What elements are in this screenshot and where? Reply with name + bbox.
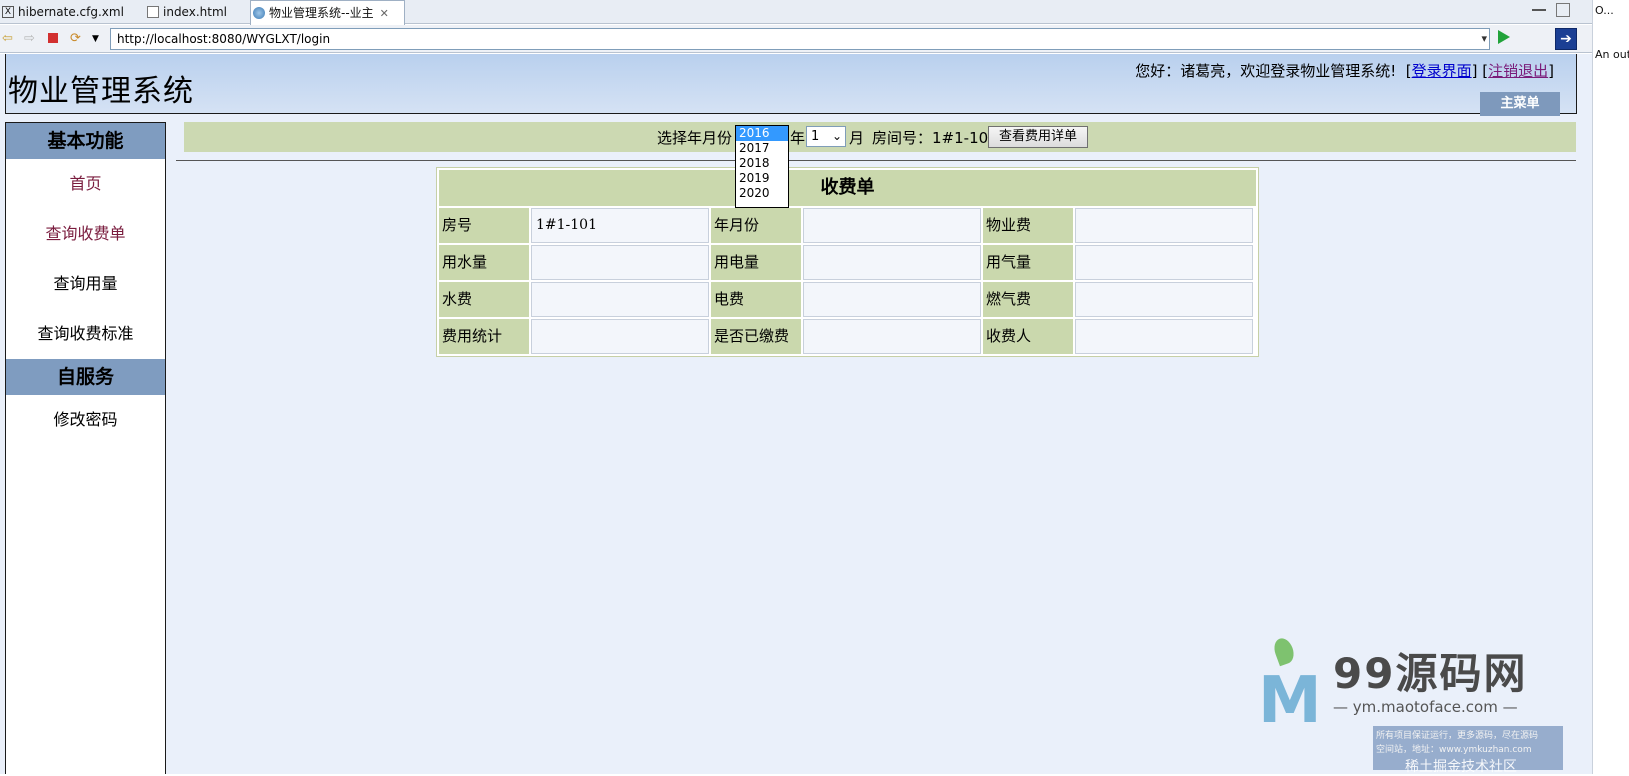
- forward-arrow-icon[interactable]: ⇨: [24, 31, 35, 46]
- field-value: [1075, 319, 1253, 354]
- url-input[interactable]: http://localhost:8080/WYGLXT/login ▾: [110, 28, 1490, 50]
- back-arrow-icon[interactable]: ⇦: [2, 31, 13, 46]
- tab-label: 物业管理系统--业主: [269, 6, 374, 20]
- field-value: [1075, 245, 1253, 280]
- chevron-down-icon: ⌄: [831, 129, 842, 143]
- outline-panel: O... An out: [1592, 0, 1629, 774]
- globe-icon: [253, 7, 265, 19]
- logout-link[interactable]: 注销退出: [1488, 62, 1548, 80]
- field-label: 是否已缴费: [711, 319, 801, 354]
- welcome-bar: 您好：诸葛亮，欢迎登录物业管理系统! [登录界面] [注销退出]: [1135, 62, 1554, 80]
- tab-index-html[interactable]: index.html: [145, 0, 245, 24]
- stop-icon[interactable]: [48, 33, 58, 43]
- room-label: 房间号：: [872, 129, 933, 147]
- query-bar: 选择年月份 2016 2017 2018 2019 2020 年 1 ⌄ 月 房…: [184, 122, 1576, 208]
- url-dropdown-icon[interactable]: ▾: [1481, 29, 1487, 49]
- login-page-link[interactable]: 登录界面: [1412, 62, 1472, 80]
- tab-label: index.html: [163, 5, 227, 19]
- field-value: [531, 282, 709, 317]
- table-row: 房号 1#1-101 年月份 物业费: [439, 208, 1256, 243]
- field-label: 水费: [439, 282, 529, 317]
- outline-message: An out: [1595, 48, 1629, 61]
- watermark-community: 稀土掘金技术社区: [1405, 759, 1517, 775]
- watermark-notice-line: 空间站，地址：www.ymkuzhan.com: [1376, 745, 1532, 755]
- leaf-icon: [1271, 635, 1297, 667]
- table-row: 用水量 用电量 用气量: [439, 245, 1256, 280]
- field-value: [531, 245, 709, 280]
- field-label: 收费人: [983, 319, 1073, 354]
- site-logo: 物业管理系统: [8, 74, 194, 109]
- field-label: 年月份: [711, 208, 801, 243]
- field-value: [803, 208, 981, 243]
- sidebar-item-query-usage[interactable]: 查询用量: [6, 259, 165, 309]
- room-info: 房间号：1#1-101: [872, 127, 998, 148]
- sidebar-item-home[interactable]: 首页: [6, 159, 165, 209]
- field-label: 用水量: [439, 245, 529, 280]
- sidebar-item-change-password[interactable]: 修改密码: [6, 395, 165, 445]
- watermark-logo: M: [1258, 664, 1322, 738]
- maximize-icon[interactable]: [1556, 3, 1570, 17]
- field-label: 用气量: [983, 245, 1073, 280]
- field-value: [1075, 208, 1253, 243]
- sidebar-item-query-standard[interactable]: 查询收费标准: [6, 309, 165, 359]
- field-value: [803, 319, 981, 354]
- year-dropdown-list[interactable]: 2016 2017 2018 2019 2020: [735, 125, 789, 208]
- watermark-title: 99源码网: [1333, 649, 1528, 698]
- year-option[interactable]: 2020: [736, 186, 788, 201]
- year-option[interactable]: 2018: [736, 156, 788, 171]
- select-month-label: 选择年月份: [657, 129, 733, 147]
- field-label: 房号: [439, 208, 529, 243]
- site-header: 物业管理系统 您好：诸葛亮，欢迎登录物业管理系统! [登录界面] [注销退出] …: [5, 54, 1577, 116]
- tab-wuye-system[interactable]: 物业管理系统--业主 ✕: [250, 0, 405, 25]
- field-value: [531, 319, 709, 354]
- editor-tab-bar: X hibernate.cfg.xml index.html 物业管理系统--业…: [0, 0, 1592, 25]
- watermark-url: — ym.maotoface.com —: [1333, 698, 1518, 716]
- external-browser-icon[interactable]: ➔: [1555, 28, 1577, 50]
- view-fee-details-button[interactable]: 查看费用详单: [988, 126, 1088, 148]
- table-row: 水费 电费 燃气费: [439, 282, 1256, 317]
- minimize-icon[interactable]: [1532, 3, 1546, 11]
- year-suffix: 年: [790, 129, 806, 147]
- url-text: http://localhost:8080/WYGLXT/login: [117, 32, 331, 46]
- field-label: 燃气费: [983, 282, 1073, 317]
- field-label: 用电量: [711, 245, 801, 280]
- sidebar-section-basic: 基本功能: [6, 123, 165, 159]
- watermark: M 99源码网 — ym.maotoface.com — 所有项目保证运行，更多…: [1255, 635, 1592, 775]
- month-value: 1: [811, 129, 820, 144]
- xml-file-icon: X: [2, 6, 14, 18]
- chevron-down-icon[interactable]: ▼: [92, 34, 99, 44]
- field-value: [1075, 282, 1253, 317]
- refresh-icon[interactable]: ⟳: [70, 31, 81, 46]
- close-tab-icon[interactable]: ✕: [380, 7, 389, 20]
- field-label: 物业费: [983, 208, 1073, 243]
- tab-label: hibernate.cfg.xml: [18, 5, 124, 19]
- field-value: [803, 245, 981, 280]
- main-menu-button[interactable]: 主菜单: [1480, 92, 1560, 116]
- greeting-text: 您好：诸葛亮，欢迎登录物业管理系统!: [1135, 62, 1397, 80]
- year-option[interactable]: 2016: [736, 126, 788, 141]
- year-option[interactable]: 2017: [736, 141, 788, 156]
- field-value: 1#1-101: [531, 208, 709, 243]
- field-label: 费用统计: [439, 319, 529, 354]
- field-label: 电费: [711, 282, 801, 317]
- field-value: [803, 282, 981, 317]
- bill-title: 收费单: [439, 170, 1256, 206]
- month-select[interactable]: 1 ⌄: [806, 126, 846, 147]
- sidebar: 基本功能 首页 查询收费单 查询用量 查询收费标准 自服务 修改密码: [5, 122, 166, 774]
- go-icon[interactable]: [1498, 30, 1510, 44]
- sidebar-section-self-service: 自服务: [6, 359, 165, 395]
- divider: [176, 160, 1576, 161]
- browser-toolbar: ⇦ ⇨ ⟳ ▼ http://localhost:8080/WYGLXT/log…: [0, 25, 1592, 53]
- watermark-notice-line: 所有项目保证运行，更多源码，尽在源码: [1376, 731, 1539, 741]
- tab-hibernate-cfg[interactable]: X hibernate.cfg.xml: [0, 0, 140, 24]
- bill-table: 收费单 房号 1#1-101 年月份 物业费 用水量 用电量 用气量 水费 电费…: [436, 167, 1259, 357]
- outline-tab[interactable]: O...: [1595, 4, 1614, 17]
- month-suffix: 月: [849, 129, 865, 147]
- year-option[interactable]: 2019: [736, 171, 788, 186]
- html-file-icon: [147, 6, 159, 18]
- sidebar-item-query-bill[interactable]: 查询收费单: [6, 209, 165, 259]
- table-row: 费用统计 是否已缴费 收费人: [439, 319, 1256, 354]
